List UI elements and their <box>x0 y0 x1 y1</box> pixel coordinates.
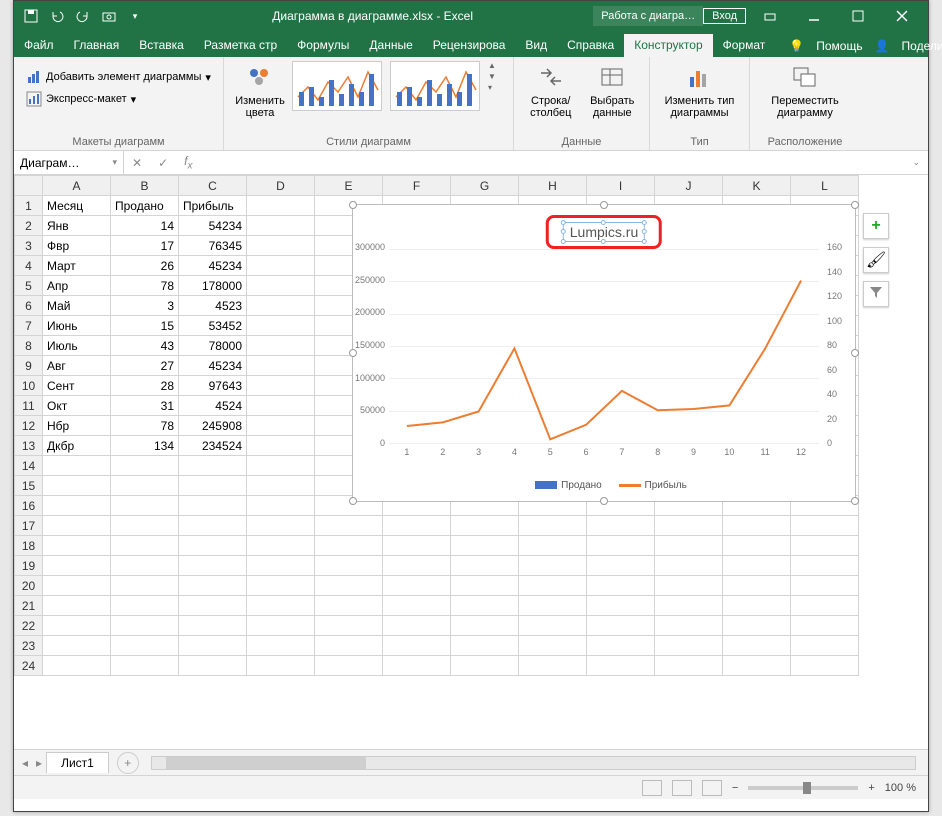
chart-style-1[interactable] <box>292 61 382 111</box>
zoom-slider[interactable] <box>748 786 858 790</box>
page-break-view-button[interactable] <box>702 780 722 796</box>
right-axis: 020406080100120140160 <box>823 247 855 443</box>
quick-layout-label: Экспресс-макет <box>46 93 127 105</box>
camera-icon[interactable] <box>100 7 118 25</box>
funnel-icon <box>869 285 883 304</box>
switch-row-column-label: Строка/ столбец <box>530 95 571 119</box>
legend-entry-2: Прибыль <box>645 480 687 491</box>
palette-icon <box>244 65 276 93</box>
cancel-edit-icon[interactable]: ✕ <box>124 156 150 170</box>
chart-title-text: Lumpics.ru <box>570 224 638 240</box>
tab-insert[interactable]: Вставка <box>129 34 194 57</box>
tab-review[interactable]: Рецензирова <box>423 34 516 57</box>
tab-formulas[interactable]: Формулы <box>287 34 359 57</box>
chart-tools-context: Работа с диагра… <box>593 6 703 26</box>
change-colors-button[interactable]: Изменить цвета <box>232 61 288 119</box>
chart-style-2[interactable] <box>390 61 480 111</box>
ribbon-options-icon[interactable] <box>750 1 790 31</box>
chart-filter-button[interactable] <box>863 281 889 307</box>
x-axis-labels: 123456789101112 <box>389 447 819 461</box>
tell-me-label[interactable]: Помощь <box>816 39 862 53</box>
tab-file[interactable]: Файл <box>14 34 64 57</box>
select-data-icon <box>596 65 628 93</box>
group-label-styles: Стили диаграмм <box>232 135 505 148</box>
quick-layout-button[interactable]: Экспресс-макет ▾ <box>22 89 140 109</box>
redo-icon[interactable] <box>74 7 92 25</box>
lightbulb-icon: 💡 <box>789 39 804 53</box>
group-label-type: Тип <box>658 135 741 148</box>
tab-help[interactable]: Справка <box>557 34 624 57</box>
prev-sheet-icon[interactable]: ◂ <box>14 756 36 770</box>
chart-plus-button[interactable]: + <box>863 213 889 239</box>
tab-home[interactable]: Главная <box>64 34 130 57</box>
page-layout-view-button[interactable] <box>672 780 692 796</box>
brush-icon: 🖌 <box>866 250 886 270</box>
group-label-data: Данные <box>522 135 641 148</box>
tab-page-layout[interactable]: Разметка стр <box>194 34 287 57</box>
add-chart-element-button[interactable]: Добавить элемент диаграммы ▾ <box>22 67 215 87</box>
app-window: ▾ Диаграмма в диаграмме.xlsx - Excel Раб… <box>13 0 929 812</box>
zoom-out-button[interactable]: − <box>732 782 738 794</box>
share-icon: 👤 <box>875 39 890 53</box>
group-label-layouts: Макеты диаграмм <box>22 135 215 148</box>
left-axis: 050000100000150000200000250000300000 <box>353 247 389 443</box>
move-chart-icon <box>789 65 821 93</box>
chart-object[interactable]: Lumpics.ru 05000010000015000020000025000… <box>352 204 856 502</box>
tab-design[interactable]: Конструктор <box>624 34 712 57</box>
change-chart-type-label: Изменить тип диаграммы <box>658 95 741 119</box>
select-data-button[interactable]: Выбрать данные <box>584 61 642 119</box>
confirm-edit-icon[interactable]: ✓ <box>150 156 176 170</box>
plus-icon: + <box>871 217 880 235</box>
sheet-tab-bar: ◂ ▸ Лист1 + <box>14 749 928 775</box>
switch-rowcol-icon <box>535 65 567 93</box>
save-icon[interactable] <box>22 7 40 25</box>
titlebar: ▾ Диаграмма в диаграмме.xlsx - Excel Раб… <box>14 1 928 31</box>
change-colors-label: Изменить цвета <box>232 95 288 119</box>
horizontal-scrollbar[interactable] <box>151 756 916 770</box>
maximize-button[interactable] <box>838 1 878 31</box>
qat-more-icon[interactable]: ▾ <box>126 7 144 25</box>
new-sheet-button[interactable]: + <box>117 752 139 774</box>
switch-row-column-button[interactable]: Строка/ столбец <box>522 61 580 119</box>
move-chart-label: Переместить диаграмму <box>758 95 852 119</box>
change-type-icon <box>684 65 716 93</box>
undo-icon[interactable] <box>48 7 66 25</box>
expand-fx-icon[interactable]: ⌄ <box>904 157 928 168</box>
window-title: Диаграмма в диаграмме.xlsx - Excel <box>152 9 593 23</box>
line-series <box>389 249 819 443</box>
name-box-value: Диаграм… <box>20 156 79 170</box>
formula-bar: Диаграм…▾ ✕ ✓ fx ⌄ <box>14 151 928 175</box>
zoom-level[interactable]: 100 % <box>885 782 916 794</box>
change-chart-type-button[interactable]: Изменить тип диаграммы <box>658 61 741 119</box>
login-button[interactable]: Вход <box>703 8 746 24</box>
zoom-in-button[interactable]: + <box>868 782 874 794</box>
chart-brush-button[interactable]: 🖌 <box>863 247 889 273</box>
add-element-icon <box>26 69 42 85</box>
ribbon: Добавить элемент диаграммы ▾ Экспресс-ма… <box>14 57 928 151</box>
tab-view[interactable]: Вид <box>515 34 557 57</box>
add-chart-element-label: Добавить элемент диаграммы <box>46 71 201 83</box>
legend-entry-1: Продано <box>561 480 602 491</box>
share-button[interactable]: Поделиться <box>902 39 942 53</box>
tab-data[interactable]: Данные <box>359 34 422 57</box>
normal-view-button[interactable] <box>642 780 662 796</box>
next-sheet-icon[interactable]: ▸ <box>36 756 42 770</box>
move-chart-button[interactable]: Переместить диаграмму <box>758 61 852 119</box>
tab-format[interactable]: Формат <box>713 34 776 57</box>
sheet-tab-1[interactable]: Лист1 <box>46 752 109 773</box>
name-box[interactable]: Диаграм…▾ <box>14 151 124 174</box>
chart-legend: Продано Прибыль <box>353 480 855 491</box>
chart-title[interactable]: Lumpics.ru <box>546 215 662 249</box>
select-data-label: Выбрать данные <box>584 95 642 119</box>
status-bar: − + 100 % <box>14 775 928 799</box>
minimize-button[interactable] <box>794 1 834 31</box>
quick-layout-icon <box>26 91 42 107</box>
close-button[interactable] <box>882 1 922 31</box>
group-label-location: Расположение <box>758 135 852 148</box>
fx-icon[interactable]: fx <box>176 154 200 171</box>
ribbon-tabs: Файл Главная Вставка Разметка стр Формул… <box>14 31 928 57</box>
styles-more-button[interactable]: ▲▼▾ <box>488 61 502 92</box>
worksheet-area[interactable]: ABCDEFGHIJKL1МесяцПроданоПрибыль2Янв1454… <box>14 175 928 749</box>
plot-area[interactable] <box>389 249 819 443</box>
